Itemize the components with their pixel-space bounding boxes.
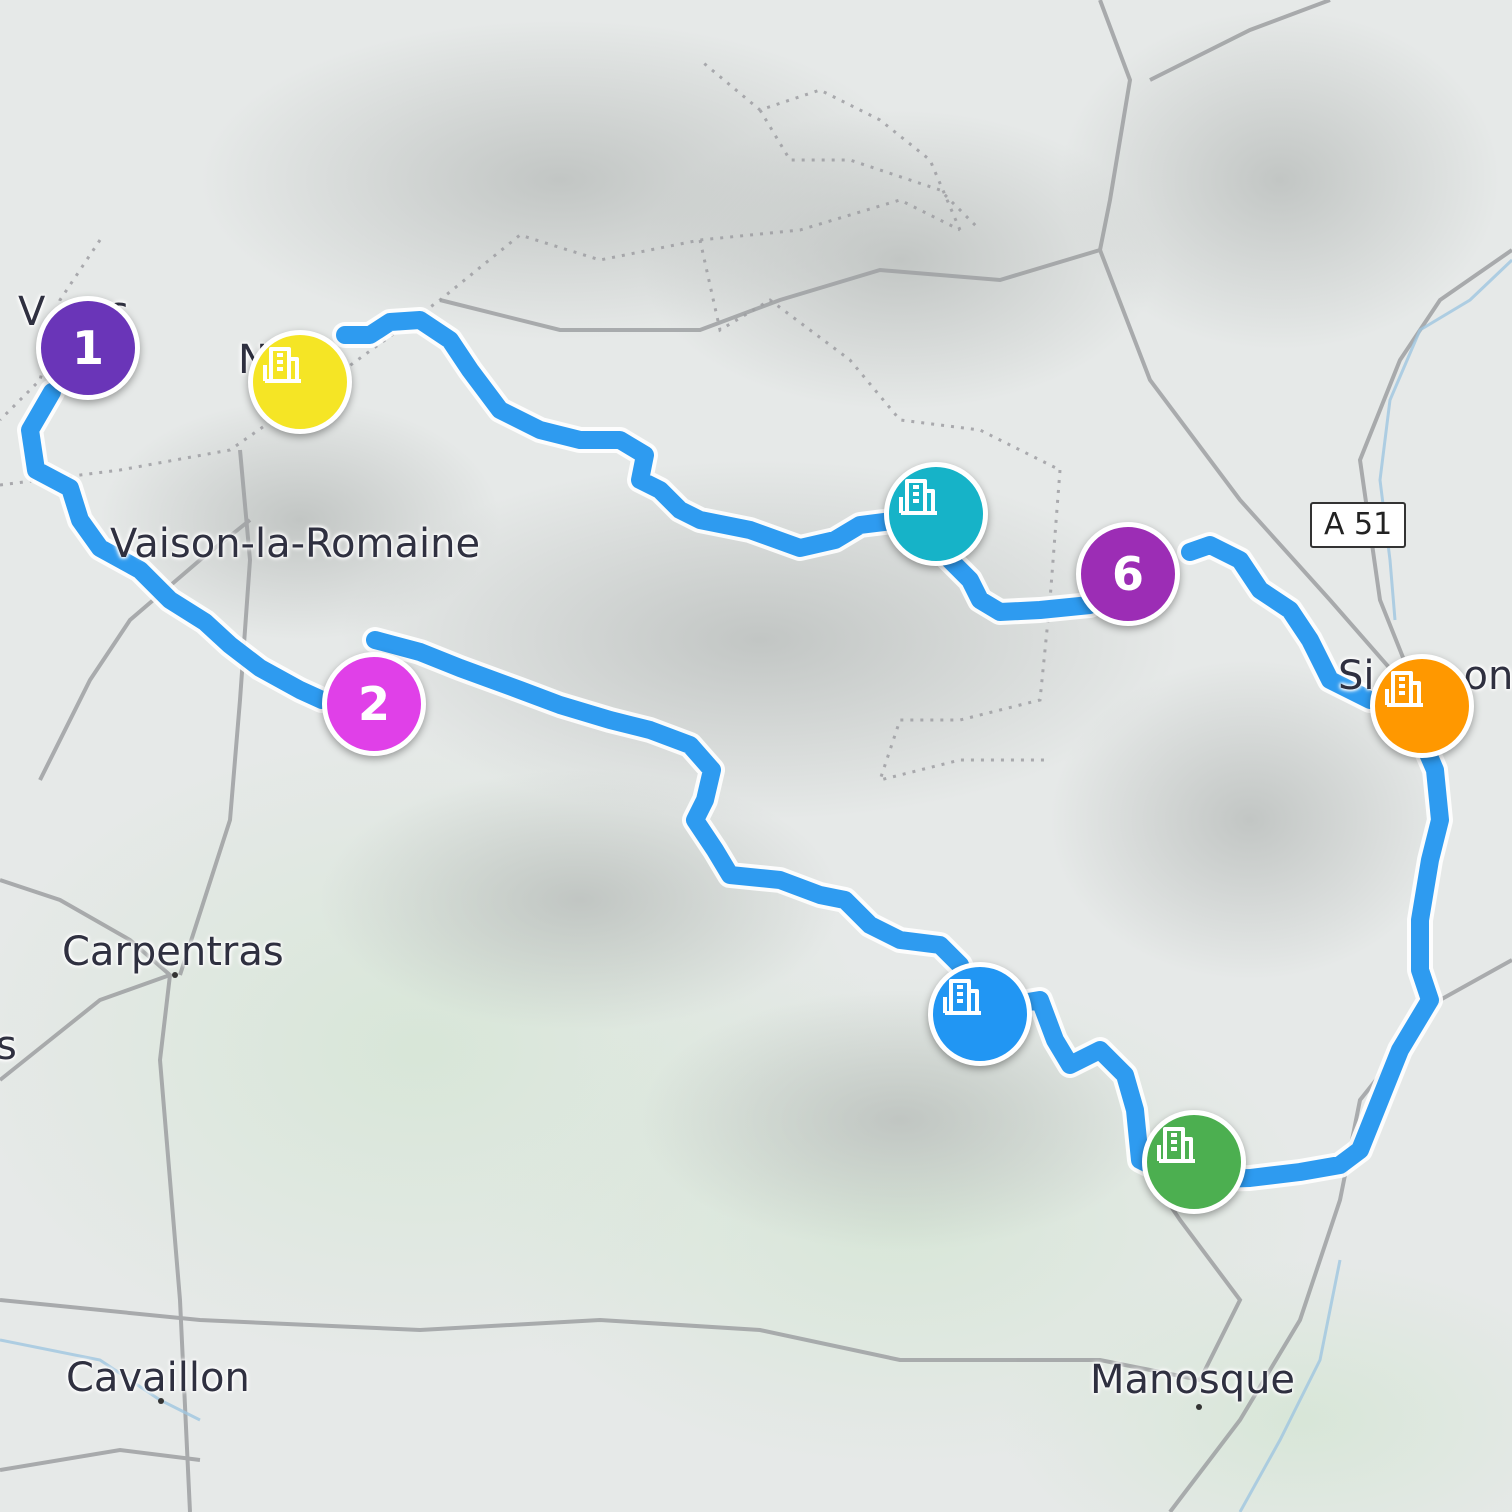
town-dot-manosque xyxy=(1196,1404,1202,1410)
place-label-cavaillon: Cavaillon xyxy=(66,1355,250,1401)
map-canvas[interactable]: V as N Vaison-la-Romaine Carpentras Cava… xyxy=(0,0,1512,1512)
hotel-marker-orange[interactable] xyxy=(1370,654,1474,758)
hotel-icon xyxy=(899,479,937,515)
hotel-marker-yellow[interactable] xyxy=(248,330,352,434)
hotel-marker-teal[interactable] xyxy=(884,462,988,566)
route-stop-6[interactable]: 6 xyxy=(1076,522,1180,626)
stop-number: 6 xyxy=(1111,547,1144,601)
road-shield-a51: A 51 xyxy=(1310,502,1407,548)
route-stop-2[interactable]: 2 xyxy=(322,652,426,756)
town-dot-carpentras xyxy=(172,972,178,978)
town-dot-cavaillon xyxy=(158,1398,164,1404)
hotel-marker-blue[interactable] xyxy=(928,962,1032,1066)
place-label-carpentras: Carpentras xyxy=(62,929,284,975)
hotel-icon xyxy=(1157,1127,1195,1163)
hotel-icon xyxy=(1385,671,1423,707)
hotel-icon xyxy=(263,347,301,383)
place-label-partial-s: s xyxy=(0,1023,17,1069)
hotel-marker-green[interactable] xyxy=(1142,1110,1246,1214)
route-stop-1[interactable]: 1 xyxy=(36,296,140,400)
place-label-vaison: Vaison-la-Romaine xyxy=(110,521,481,567)
stop-number: 2 xyxy=(357,677,390,731)
hotel-icon xyxy=(943,979,981,1015)
map-background xyxy=(0,0,1512,1512)
place-label-manosque: Manosque xyxy=(1090,1357,1296,1403)
stop-number: 1 xyxy=(71,321,104,375)
